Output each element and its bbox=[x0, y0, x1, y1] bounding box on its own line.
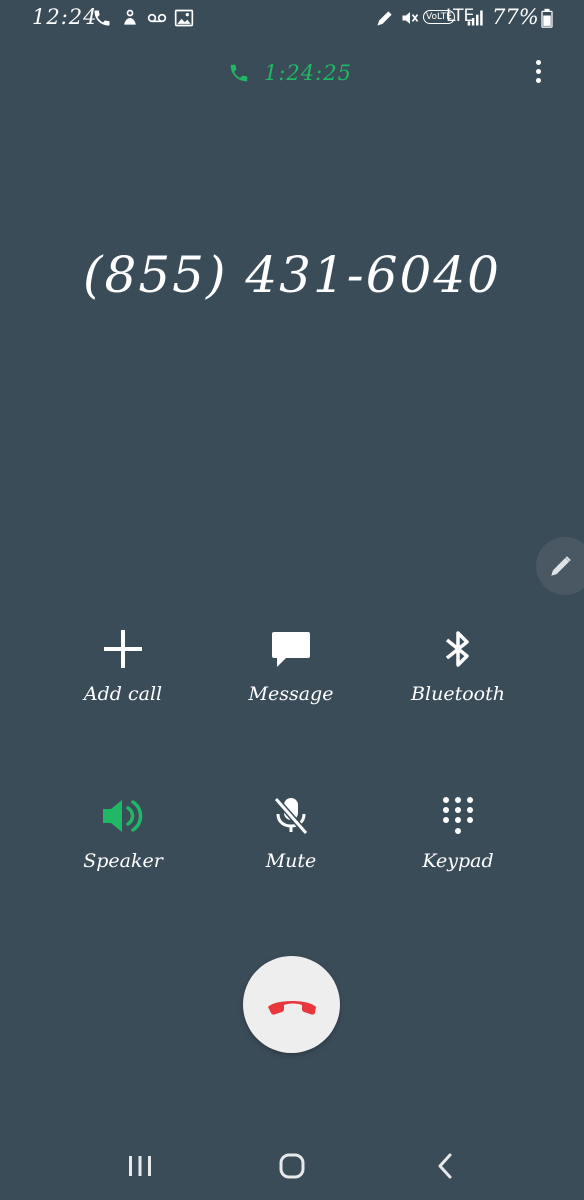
recent-apps-icon bbox=[129, 1156, 151, 1176]
end-call-icon bbox=[267, 1000, 316, 1015]
status-time: 12:24 bbox=[32, 5, 98, 29]
back-icon bbox=[438, 1153, 452, 1179]
pencil-icon bbox=[551, 556, 571, 576]
phone-call-icon bbox=[94, 10, 110, 26]
add-call-button[interactable]: Add call bbox=[53, 627, 193, 705]
speaker-icon bbox=[103, 800, 143, 832]
stylus-icon bbox=[377, 11, 392, 26]
active-call-icon bbox=[230, 64, 248, 82]
call-timer-text: 1:24:25 bbox=[264, 61, 352, 85]
keypad-icon bbox=[443, 797, 473, 834]
mic-off-icon bbox=[273, 797, 309, 835]
mute-button[interactable]: Mute bbox=[221, 794, 361, 872]
mute-label: Mute bbox=[265, 850, 317, 872]
caller-number: (855) 431-6040 bbox=[83, 246, 501, 304]
assistant-icon bbox=[124, 9, 136, 25]
status-bar: 12:24 VoLTE LTE 77% bbox=[0, 0, 584, 36]
bluetooth-label: Bluetooth bbox=[411, 683, 505, 705]
speaker-label: Speaker bbox=[83, 850, 163, 872]
back-button[interactable] bbox=[420, 1148, 470, 1184]
plus-icon bbox=[104, 630, 142, 668]
bluetooth-button[interactable]: Bluetooth bbox=[388, 627, 528, 705]
more-options-icon[interactable] bbox=[528, 60, 548, 90]
end-call-button[interactable] bbox=[243, 956, 340, 1053]
message-label: Message bbox=[248, 683, 334, 705]
message-icon bbox=[272, 632, 310, 667]
add-call-label: Add call bbox=[83, 683, 163, 705]
vibrate-mute-icon bbox=[402, 12, 419, 24]
speaker-button[interactable]: Speaker bbox=[53, 794, 193, 872]
home-button[interactable] bbox=[267, 1148, 317, 1184]
recent-apps-button[interactable] bbox=[115, 1148, 165, 1184]
home-icon bbox=[279, 1153, 305, 1179]
battery-icon bbox=[541, 8, 553, 28]
signal-icon bbox=[467, 10, 483, 26]
edge-panel-handle[interactable] bbox=[536, 537, 584, 595]
battery-percent: 77% bbox=[492, 5, 539, 29]
keypad-label: Keypad bbox=[422, 850, 494, 872]
bluetooth-icon bbox=[445, 631, 469, 667]
keypad-button[interactable]: Keypad bbox=[388, 794, 528, 872]
image-icon bbox=[174, 9, 194, 27]
message-button[interactable]: Message bbox=[221, 627, 361, 705]
call-timer: 1:24:25 bbox=[228, 60, 352, 86]
voicemail-icon bbox=[147, 13, 167, 23]
